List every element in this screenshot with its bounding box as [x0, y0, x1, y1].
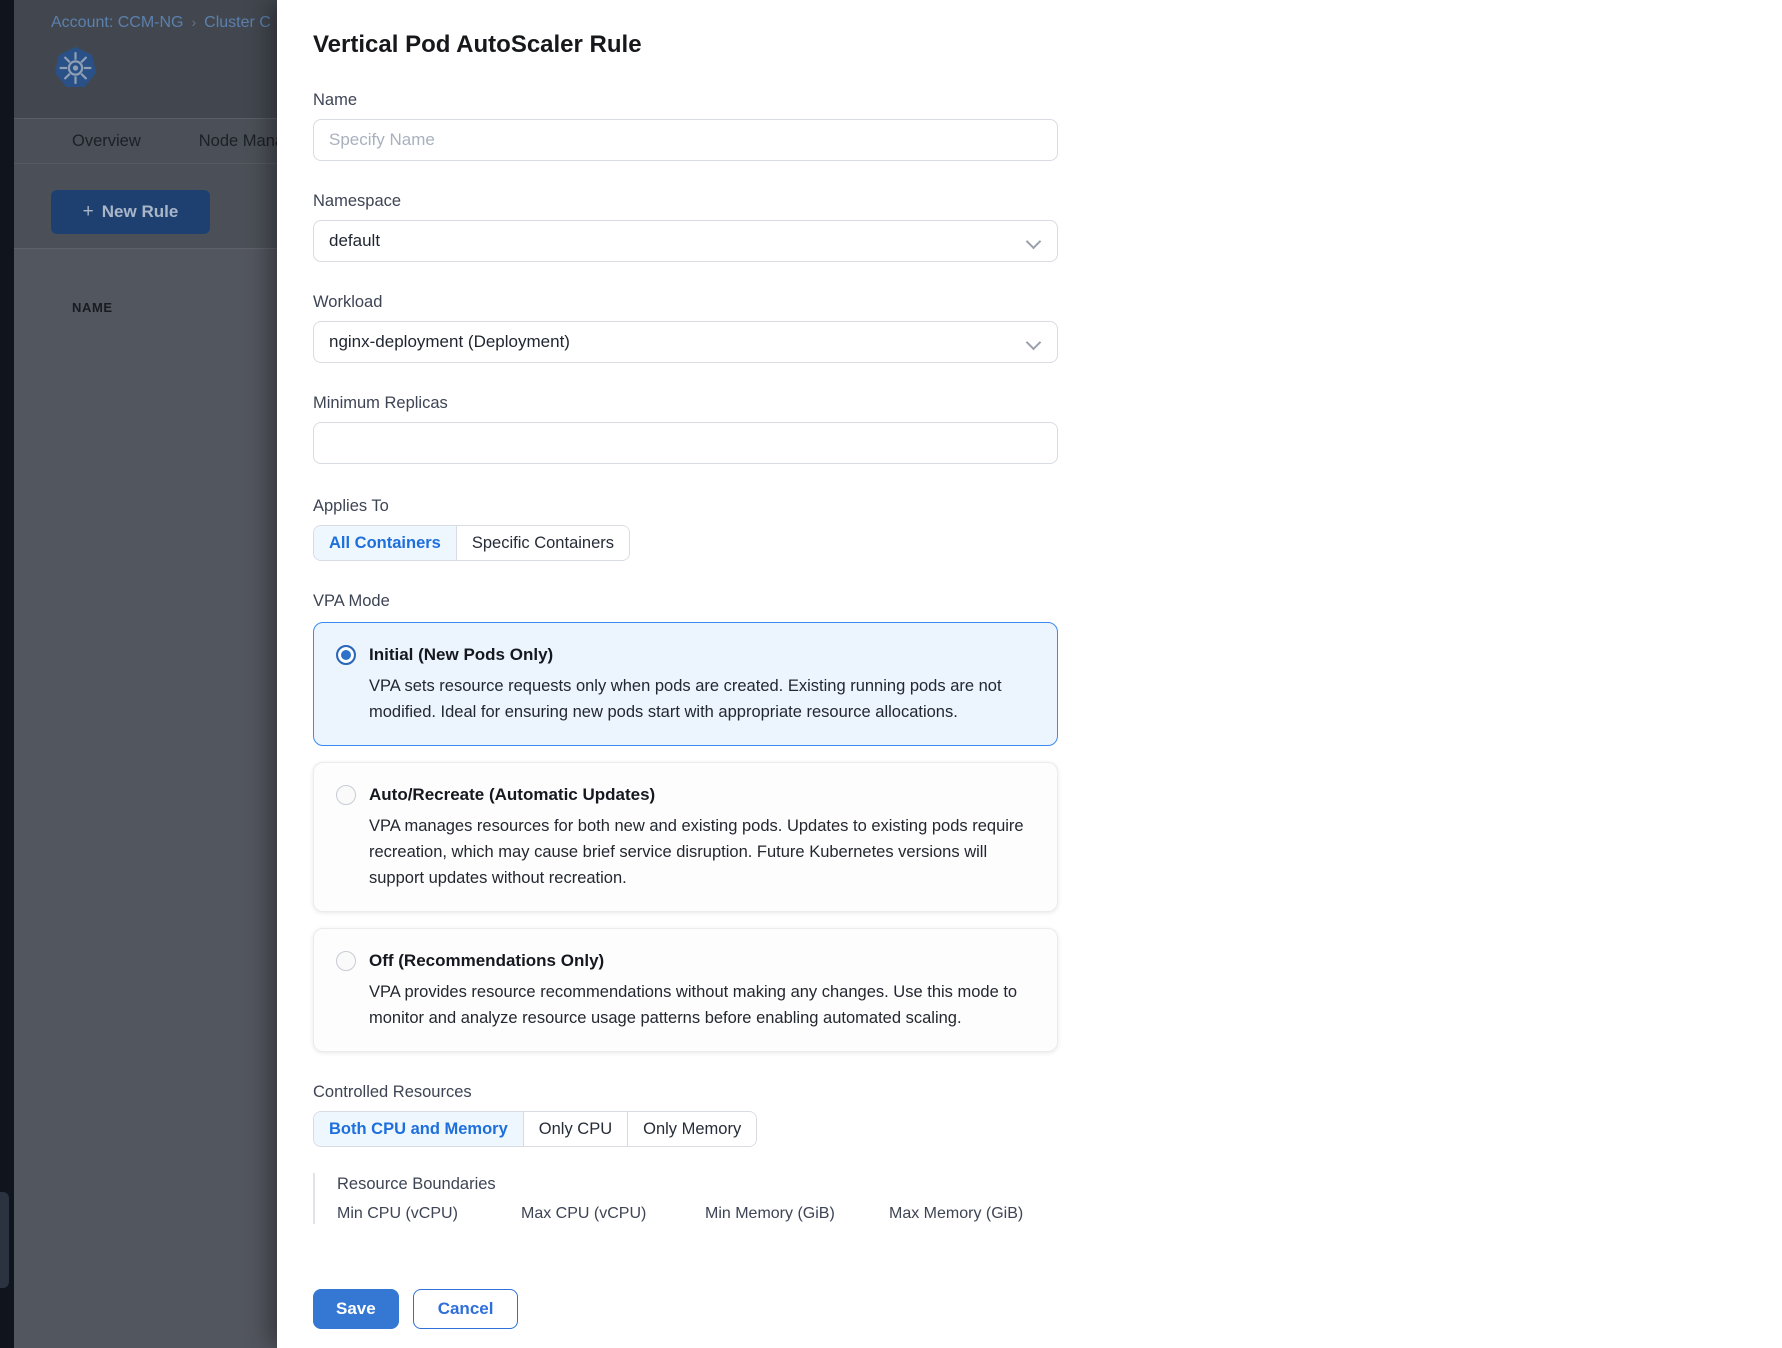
background-page: Account: CCM-NG › Cluster C	[0, 0, 277, 1348]
radio-unselected-icon[interactable]	[336, 785, 356, 805]
segment-only-cpu[interactable]: Only CPU	[523, 1112, 627, 1146]
vpa-option-title: Initial (New Pods Only)	[369, 643, 553, 667]
drawer-scroll-area[interactable]: Vertical Pod AutoScaler Rule Name Namesp…	[277, 0, 1782, 1270]
drawer-footer: Save Cancel	[277, 1270, 1782, 1348]
vpa-rule-drawer: Vertical Pod AutoScaler Rule Name Namesp…	[277, 0, 1782, 1348]
breadcrumb-account[interactable]: Account: CCM-NG	[51, 14, 183, 31]
tabbar-divider	[14, 163, 277, 164]
plus-icon: +	[83, 201, 94, 223]
resource-boundaries-heading: Resource Boundaries	[337, 1173, 1058, 1195]
vpa-mode-label: VPA Mode	[313, 591, 1058, 612]
new-rule-button-label: New Rule	[102, 202, 179, 222]
vpa-option-description: VPA provides resource recommendations wi…	[369, 979, 1035, 1031]
max-cpu-column-label: Max CPU (vCPU)	[521, 1203, 705, 1224]
vpa-option-description: VPA sets resource requests only when pod…	[369, 673, 1035, 725]
namespace-label: Namespace	[313, 191, 1058, 212]
breadcrumb: Account: CCM-NG › Cluster C	[51, 14, 271, 32]
vpa-option-initial[interactable]: Initial (New Pods Only) VPA sets resourc…	[313, 622, 1058, 746]
new-rule-button[interactable]: + New Rule	[51, 190, 210, 234]
kubernetes-logo-icon	[53, 46, 98, 90]
tab-node-management[interactable]: Node Mana	[199, 132, 277, 151]
max-memory-column-label: Max Memory (GiB)	[889, 1203, 1023, 1224]
min-cpu-column-label: Min CPU (vCPU)	[337, 1203, 521, 1224]
name-input[interactable]	[313, 119, 1058, 161]
workload-label: Workload	[313, 292, 1058, 313]
applies-to-segmented-control: All Containers Specific Containers	[313, 525, 630, 561]
vpa-option-title: Off (Recommendations Only)	[369, 949, 604, 973]
vpa-option-off[interactable]: Off (Recommendations Only) VPA provides …	[313, 928, 1058, 1052]
min-replicas-input[interactable]	[313, 422, 1058, 464]
rules-table: NAME	[14, 249, 277, 1348]
segment-only-memory[interactable]: Only Memory	[627, 1112, 756, 1146]
vpa-option-description: VPA manages resources for both new and e…	[369, 813, 1035, 891]
left-edge-panel	[0, 1192, 9, 1288]
breadcrumb-cluster[interactable]: Cluster C	[204, 14, 271, 31]
cancel-button[interactable]: Cancel	[413, 1289, 519, 1329]
page-tabbar: Overview Node Mana + New Rule	[14, 119, 277, 249]
left-edge-strip	[0, 0, 14, 1348]
namespace-select-value: default	[329, 231, 380, 251]
controlled-resources-segmented-control: Both CPU and Memory Only CPU Only Memory	[313, 1111, 757, 1147]
segment-specific-containers[interactable]: Specific Containers	[456, 526, 629, 560]
chevron-down-icon	[1026, 234, 1042, 250]
min-memory-column-label: Min Memory (GiB)	[705, 1203, 889, 1224]
min-replicas-label: Minimum Replicas	[313, 393, 1058, 414]
controlled-resources-label: Controlled Resources	[313, 1082, 1058, 1103]
chevron-down-icon	[1026, 335, 1042, 351]
applies-to-label: Applies To	[313, 496, 1058, 517]
name-column-header: NAME	[72, 300, 113, 315]
breadcrumb-separator-icon: ›	[191, 14, 196, 30]
vpa-option-auto-recreate[interactable]: Auto/Recreate (Automatic Updates) VPA ma…	[313, 762, 1058, 912]
name-label: Name	[313, 90, 1058, 111]
tab-overview[interactable]: Overview	[72, 132, 141, 151]
radio-unselected-icon[interactable]	[336, 951, 356, 971]
screen: Account: CCM-NG › Cluster C	[0, 0, 1782, 1348]
namespace-select[interactable]: default	[313, 220, 1058, 262]
radio-selected-icon[interactable]	[336, 645, 356, 665]
workload-select[interactable]: nginx-deployment (Deployment)	[313, 321, 1058, 363]
drawer-title: Vertical Pod AutoScaler Rule	[313, 30, 1058, 60]
save-button[interactable]: Save	[313, 1289, 399, 1329]
workload-select-value: nginx-deployment (Deployment)	[329, 332, 570, 352]
vpa-option-title: Auto/Recreate (Automatic Updates)	[369, 783, 655, 807]
segment-all-containers[interactable]: All Containers	[314, 526, 456, 560]
page-header: Account: CCM-NG › Cluster C	[14, 0, 277, 119]
segment-both-cpu-memory[interactable]: Both CPU and Memory	[314, 1112, 523, 1146]
resource-boundaries-panel: Resource Boundaries Min CPU (vCPU) Max C…	[313, 1173, 1058, 1224]
